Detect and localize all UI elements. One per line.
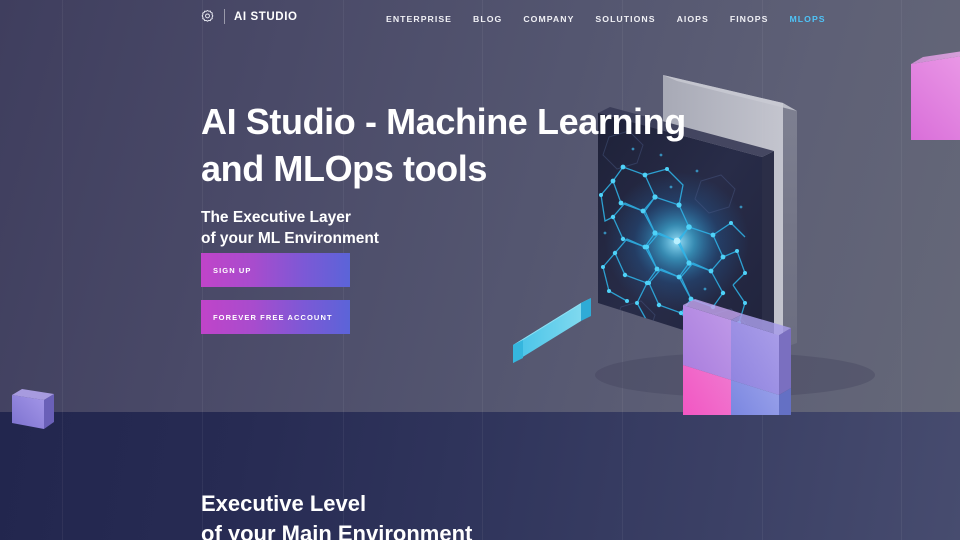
gridline-6 [901, 412, 902, 540]
page-title: AI Studio - Machine Learning and MLOps t… [201, 98, 761, 192]
hero-subheading: The Executive Layer of your ML Environme… [201, 207, 379, 249]
brand-name: AI STUDIO [234, 10, 298, 23]
subheading-line-1: The Executive Layer [201, 209, 351, 226]
top-navigation-bar: AI STUDIO ENTERPRISE BLOG COMPANY SOLUTI… [0, 0, 960, 40]
gridline-5 [762, 412, 763, 540]
nav-item-enterprise[interactable]: ENTERPRISE [386, 14, 452, 24]
headline-line-2: and MLOps tools [201, 148, 487, 189]
sign-up-button-label: SIGN UP [213, 265, 252, 275]
purple-iso-cube [10, 383, 58, 429]
page-root: AI STUDIO ENTERPRISE BLOG COMPANY SOLUTI… [0, 0, 960, 540]
nav-item-finops[interactable]: FINOPS [730, 14, 769, 24]
headline-line-1: AI Studio - Machine Learning [201, 101, 686, 142]
nav-item-mlops[interactable]: MLOPS [790, 14, 826, 24]
lower-section-heading: Executive Level of your Main Environment [201, 489, 472, 540]
gridline-0 [62, 412, 63, 540]
lower-section [0, 412, 960, 540]
gridline-3 [482, 412, 483, 540]
nav-item-company[interactable]: COMPANY [523, 14, 574, 24]
nav-item-solutions[interactable]: SOLUTIONS [595, 14, 655, 24]
cyan-bar [513, 298, 591, 363]
sign-up-button[interactable]: SIGN UP [201, 253, 350, 287]
brand-divider [224, 9, 225, 24]
subheading-line-2: of your ML Environment [201, 230, 379, 247]
gridline-4 [622, 412, 623, 540]
lower-gridlines [0, 412, 960, 540]
gear-icon [201, 10, 214, 22]
forever-free-account-button-label: FOREVER FREE ACCOUNT [213, 312, 333, 322]
gridline-3 [482, 0, 483, 412]
gridline-0 [62, 0, 63, 412]
gridline-2 [343, 0, 344, 412]
forever-free-account-button[interactable]: FOREVER FREE ACCOUNT [201, 300, 350, 334]
gridline-1 [202, 0, 203, 412]
lower-heading-line-1: Executive Level [201, 491, 367, 516]
nav-item-blog[interactable]: BLOG [473, 14, 502, 24]
nav-item-aiops[interactable]: AIOPS [677, 14, 709, 24]
nav-menu: ENTERPRISE BLOG COMPANY SOLUTIONS AIOPS … [386, 14, 826, 24]
brand-logo[interactable]: AI STUDIO [200, 9, 298, 24]
lower-heading-line-2: of your Main Environment [201, 521, 473, 540]
